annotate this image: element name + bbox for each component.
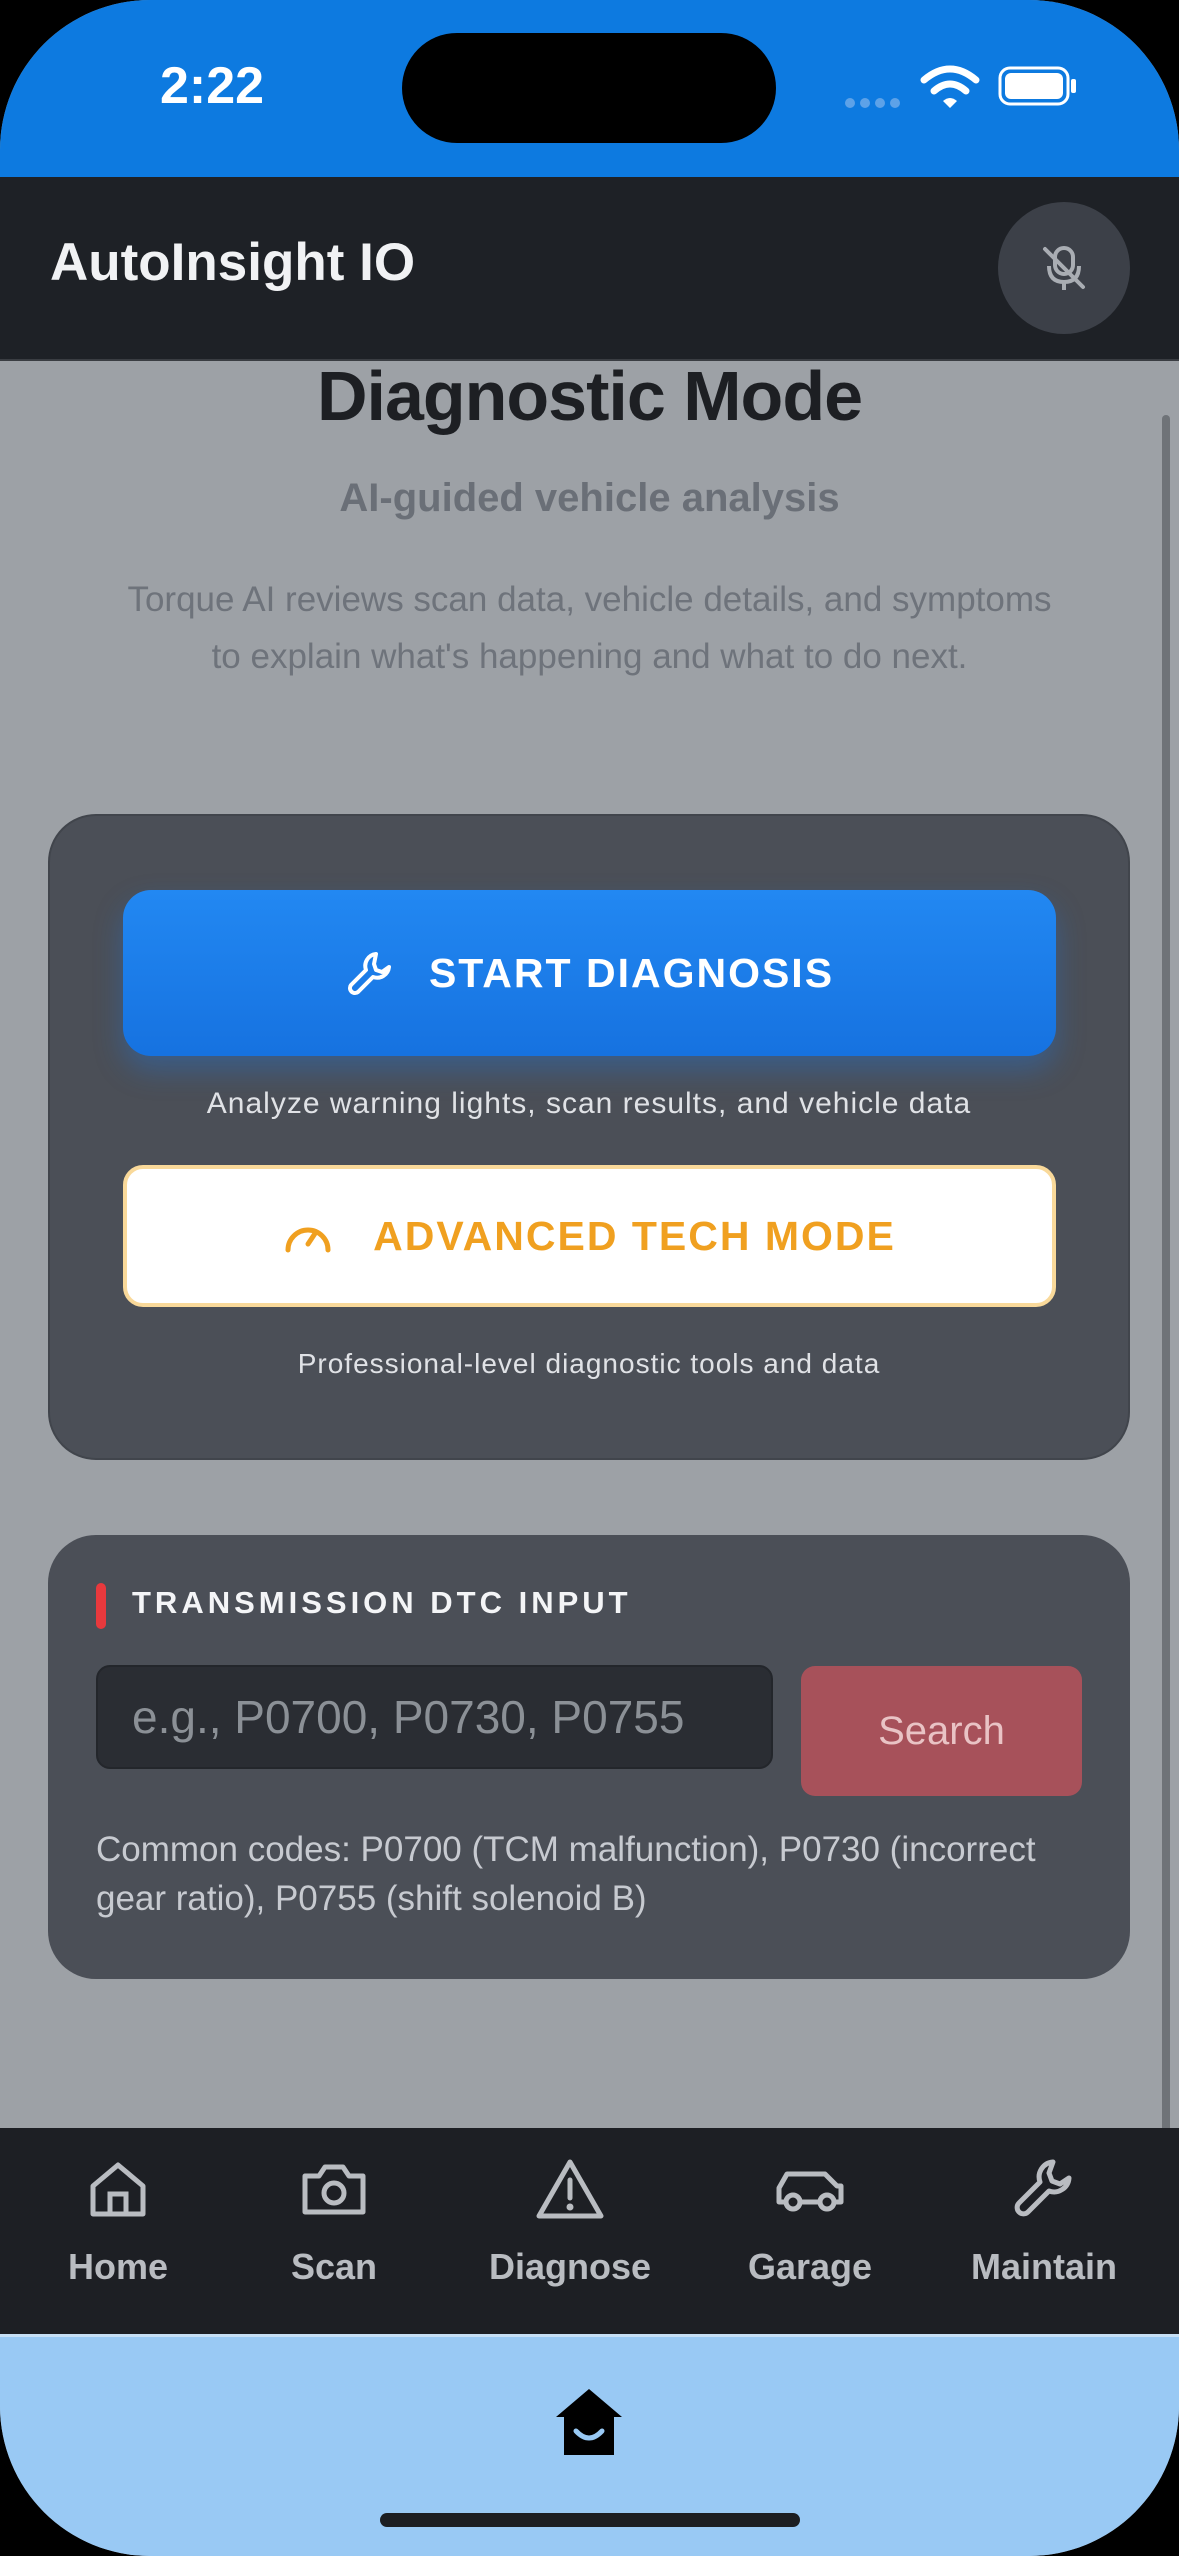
tab-scan[interactable]: Scan: [236, 2128, 432, 2334]
mic-toggle-button[interactable]: [998, 202, 1130, 334]
start-diagnosis-button[interactable]: START DIAGNOSIS: [123, 890, 1056, 1056]
home-indicator-bar[interactable]: [380, 2513, 800, 2527]
cellular-signal-icon: [845, 95, 905, 108]
tab-maintain-label: Maintain: [970, 2246, 1117, 2287]
tab-scan-label: Scan: [290, 2246, 378, 2287]
start-diagnosis-caption: Analyze warning lights, scan results, an…: [206, 1087, 972, 1120]
scrollbar[interactable]: [1162, 415, 1170, 2315]
wrench-icon: [347, 952, 391, 995]
app-bar: AutoInsight IO: [0, 177, 1179, 361]
section-marker: [96, 1583, 106, 1629]
diagnosis-card: START DIAGNOSIS Analyze warning lights, …: [48, 814, 1130, 1460]
app-title: AutoInsight IO: [50, 233, 416, 292]
advanced-tech-mode-button[interactable]: ADVANCED TECH MODE: [123, 1165, 1056, 1307]
status-bar: 2:22: [0, 0, 1179, 177]
start-diagnosis-label: START DIAGNOSIS: [428, 949, 835, 996]
dtc-card-title: TRANSMISSION DTC INPUT: [132, 1585, 632, 1620]
main-content: Diagnostic Mode AI-guided vehicle analys…: [0, 357, 1179, 2128]
battery-icon: [998, 66, 1076, 106]
search-button[interactable]: Search: [801, 1666, 1082, 1796]
tab-home[interactable]: Home: [20, 2128, 216, 2334]
tab-diagnose[interactable]: Diagnose: [464, 2128, 676, 2334]
home-smile-icon[interactable]: [552, 2385, 626, 2459]
page-description: Torque AI reviews scan data, vehicle det…: [127, 580, 1052, 676]
page-title: Diagnostic Mode: [316, 357, 863, 435]
camera-icon: [302, 2164, 366, 2215]
gauge-icon: [285, 1227, 331, 1253]
dynamic-island: [402, 33, 776, 143]
advanced-tech-mode-label: ADVANCED TECH MODE: [373, 1212, 896, 1259]
car-icon: [776, 2171, 844, 2212]
tab-maintain[interactable]: Maintain: [944, 2128, 1144, 2334]
common-codes-hint: Common codes: P0700 (TCM malfunction), P…: [96, 1830, 1036, 1918]
advanced-tech-mode-caption: Professional-level diagnostic tools and …: [297, 1348, 881, 1379]
tab-garage[interactable]: Garage: [712, 2128, 908, 2334]
dtc-input-card: TRANSMISSION DTC INPUT Search Common cod…: [48, 1535, 1130, 1979]
tab-garage-label: Garage: [747, 2246, 873, 2287]
wrench-icon: [1014, 2159, 1072, 2217]
tab-bar: Home Scan Diagnose Garage Maintain: [0, 2128, 1179, 2334]
status-time: 2:22: [160, 57, 265, 115]
mic-off-icon: [1043, 246, 1085, 290]
page-subtitle: AI-guided vehicle analysis: [339, 476, 840, 520]
phone-screen: 2:22 AutoInsight IO Diagnostic Mode AI-g…: [0, 0, 1179, 2556]
warning-icon: [536, 2159, 604, 2219]
dtc-code-input[interactable]: [96, 1665, 773, 1769]
tab-diagnose-label: Diagnose: [488, 2246, 652, 2287]
tab-home-label: Home: [67, 2246, 169, 2287]
home-icon: [90, 2162, 146, 2217]
wifi-icon: [920, 65, 980, 108]
